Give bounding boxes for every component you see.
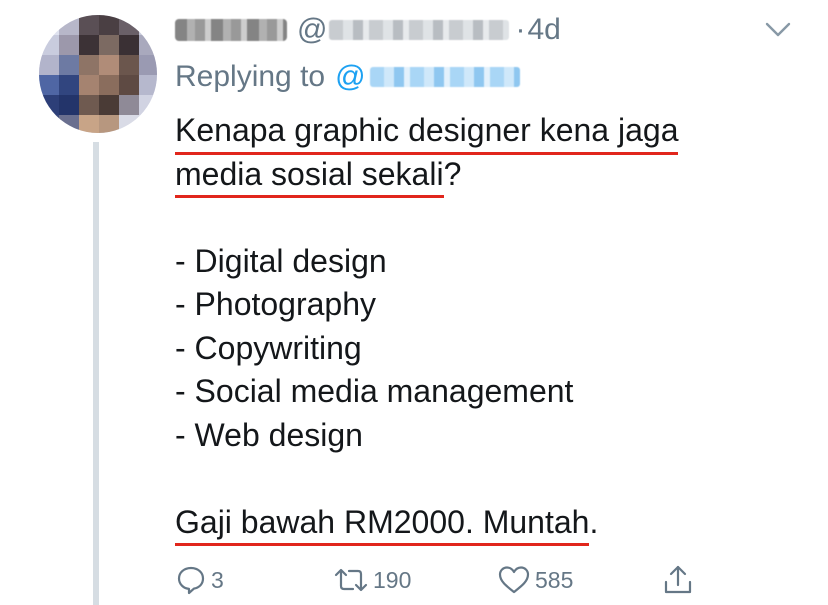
tweet-actions: 3 190 585 (175, 560, 705, 600)
share-button[interactable] (662, 560, 694, 600)
header-separator: · (515, 13, 526, 46)
avatar[interactable] (39, 15, 157, 133)
list-item: - Web design (175, 416, 363, 453)
thread-line (93, 142, 99, 605)
reply-icon (175, 564, 207, 596)
body-line-2: media sosial sekali? (175, 153, 795, 198)
tweet-timestamp[interactable]: 4d (527, 13, 560, 47)
like-count: 585 (535, 566, 574, 593)
underlined-question-part-1: Kenapa graphic designer kena jaga (175, 109, 679, 154)
closing-period: . (589, 503, 599, 540)
retweet-button[interactable]: 190 (333, 560, 411, 600)
author-handle-redacted[interactable] (329, 20, 510, 40)
underlined-closing: Gaji bawah RM2000. Muntah (175, 501, 590, 546)
list-item: - Photography (175, 286, 377, 322)
list-item: - Copywriting (175, 329, 362, 366)
reply-count: 3 (211, 566, 224, 593)
retweet-count: 190 (373, 566, 412, 593)
list-item: - Digital design (175, 242, 387, 279)
replying-to-label: Replying to (175, 60, 326, 93)
tweet-body: Kenapa graphic designer kena jaga media … (175, 109, 795, 546)
author-name-redacted[interactable] (175, 19, 287, 41)
like-button[interactable]: 585 (497, 560, 573, 600)
question-mark: ? (443, 155, 462, 192)
body-line-1: Kenapa graphic designer kena jaga (175, 109, 795, 154)
replying-to: Replying to @ (175, 57, 520, 97)
tweet-header: @ · 4d (175, 10, 561, 50)
pixelated-avatar-image (39, 15, 157, 133)
chevron-down-icon[interactable] (765, 16, 791, 42)
replying-to-at[interactable]: @ (335, 60, 365, 94)
reply-button[interactable]: 3 (175, 560, 224, 600)
body-closing-line: Gaji bawah RM2000. Muntah. (175, 501, 795, 546)
list-item: - Social media management (175, 373, 574, 409)
author-handle-prefix: @ (297, 13, 328, 46)
replying-to-handle-redacted[interactable] (369, 67, 520, 87)
tweet[interactable]: @ · 4d Replying to @ Kenapa graphic desi… (0, 0, 828, 605)
underlined-question-part-2: media sosial sekali (175, 153, 444, 198)
retweet-icon (333, 564, 369, 596)
share-icon (662, 564, 694, 596)
heart-icon (497, 564, 531, 596)
